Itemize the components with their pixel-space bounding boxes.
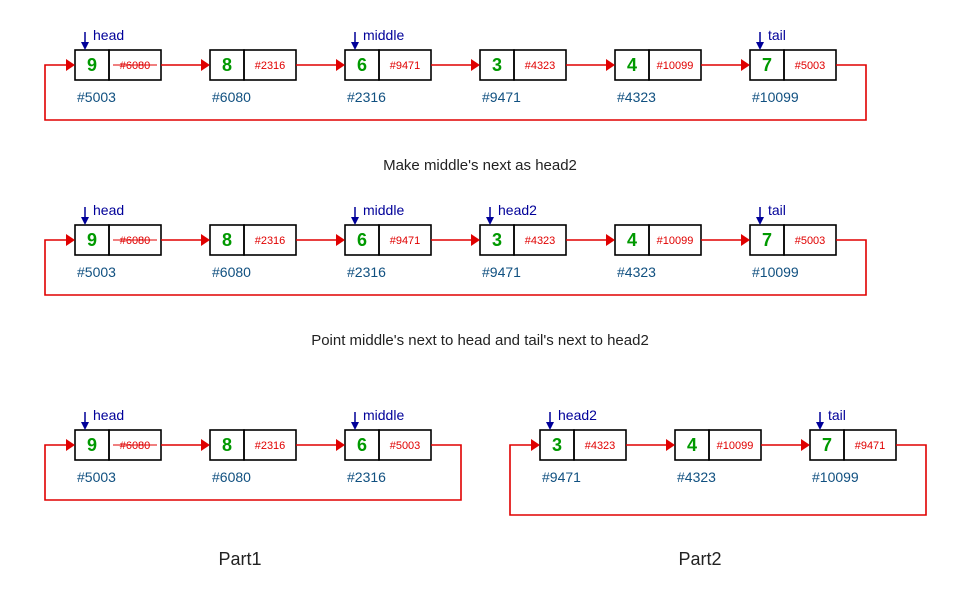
row2-node-5-value: 7 [762,230,772,250]
part1-node-1-addr: #6080 [212,469,251,485]
row2-head-label: head [93,202,124,218]
caption-1: Make middle's next as head2 [383,157,577,174]
row2-node-0-next: #6080 [120,235,151,247]
row2-node-1-value: 8 [222,230,232,250]
part1-label: Part1 [218,549,261,569]
part1-node-1-next: #2316 [255,440,286,452]
row1-node-4-value: 4 [627,55,637,75]
row2-node-1-next: #2316 [255,235,286,247]
row2-node-5-next: #5003 [795,235,826,247]
row1-node-3-addr: #9471 [482,89,521,105]
part2-node-0-addr: #9471 [542,469,581,485]
part2-node-0-next: #4323 [585,440,616,452]
part1-middle-label: middle [363,407,404,423]
row1-node-3-value: 3 [492,55,502,75]
row2-head2-label: head2 [498,202,537,218]
row2-node-2-value: 6 [357,230,367,250]
row2-node-3-addr: #9471 [482,264,521,280]
row1-node-1-value: 8 [222,55,232,75]
row1-middle-label: middle [363,27,404,43]
part2-label: Part2 [678,549,721,569]
part1-node-2-next: #5003 [390,440,421,452]
part1-node-0-addr: #5003 [77,469,116,485]
row1-node-1-next: #2316 [255,60,286,72]
row2-node-0-addr: #5003 [77,264,116,280]
part1-node-0-value: 9 [87,435,97,455]
part2-head2-label: head2 [558,407,597,423]
row1-head-label: head [93,27,124,43]
row1-node-2-addr: #2316 [347,89,386,105]
part1-node-2-value: 6 [357,435,367,455]
row2-node-3-next: #4323 [525,235,556,247]
row1-node-2-value: 6 [357,55,367,75]
row2-node-4-next: #10099 [657,235,694,247]
row1-node-1-addr: #6080 [212,89,251,105]
row1-node-3-next: #4323 [525,60,556,72]
part2-node-0-value: 3 [552,435,562,455]
row1-node-0-addr: #5003 [77,89,116,105]
row2-node-5-addr: #10099 [752,264,799,280]
row1-node-5-next: #5003 [795,60,826,72]
row1-tail-label: tail [768,27,786,43]
row2-node-4-value: 4 [627,230,637,250]
row1-node-5-value: 7 [762,55,772,75]
row1-node-2-next: #9471 [390,60,421,72]
row2-node-2-addr: #2316 [347,264,386,280]
row2-node-3-value: 3 [492,230,502,250]
part2-node-1-value: 4 [687,435,697,455]
part2-tail-label: tail [828,407,846,423]
row2-node-2-next: #9471 [390,235,421,247]
row2-node-4-addr: #4323 [617,264,656,280]
caption-2: Point middle's next to head and tail's n… [311,332,649,349]
row1-node-5-addr: #10099 [752,89,799,105]
part1-head-label: head [93,407,124,423]
part1-node-0-next: #6080 [120,440,151,452]
part2-node-1-addr: #4323 [677,469,716,485]
row2-node-1-addr: #6080 [212,264,251,280]
row2-node-0-value: 9 [87,230,97,250]
part2-node-2-addr: #10099 [812,469,859,485]
row1-node-4-addr: #4323 [617,89,656,105]
row1-node-0-next: #6080 [120,60,151,72]
row2-tail-label: tail [768,202,786,218]
row2-middle-label: middle [363,202,404,218]
part2-node-2-value: 7 [822,435,832,455]
part1-node-1-value: 8 [222,435,232,455]
part1-node-2-addr: #2316 [347,469,386,485]
part2-node-2-next: #9471 [855,440,886,452]
part2-node-1-next: #10099 [717,440,754,452]
row1-node-4-next: #10099 [657,60,694,72]
row1-node-0-value: 9 [87,55,97,75]
